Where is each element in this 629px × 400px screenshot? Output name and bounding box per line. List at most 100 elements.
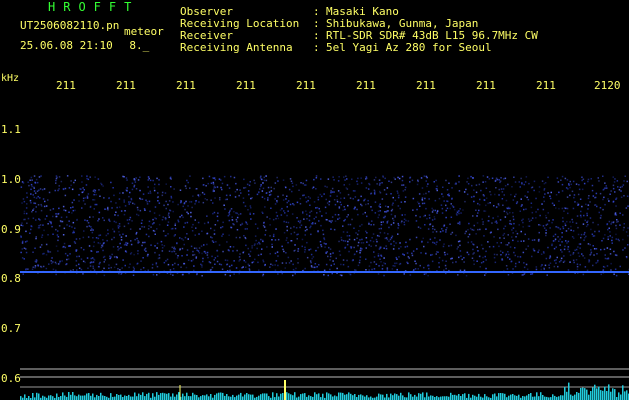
noise-pixel bbox=[458, 221, 461, 223]
noise-pixel bbox=[373, 223, 375, 226]
noise-pixel bbox=[182, 216, 184, 219]
noise-pixel bbox=[428, 190, 430, 193]
noise-pixel bbox=[262, 260, 265, 263]
noise-pixel bbox=[47, 223, 49, 225]
noise-pixel bbox=[48, 191, 51, 194]
noise-pixel bbox=[425, 207, 427, 210]
noise-pixel bbox=[353, 227, 355, 229]
noise-pixel bbox=[92, 190, 95, 192]
noise-pixel bbox=[140, 268, 142, 271]
noise-pixel bbox=[97, 251, 99, 253]
noise-pixel bbox=[543, 227, 546, 229]
noise-pixel bbox=[162, 230, 165, 232]
noise-pixel bbox=[273, 233, 275, 236]
noise-pixel bbox=[397, 224, 400, 227]
noise-pixel bbox=[177, 219, 179, 221]
level-bar bbox=[414, 394, 416, 400]
noise-pixel bbox=[193, 247, 196, 249]
noise-pixel bbox=[97, 220, 99, 222]
level-bar bbox=[342, 392, 344, 400]
noise-pixel bbox=[336, 200, 339, 203]
x-tick-label: 211 bbox=[56, 79, 76, 92]
noise-pixel bbox=[212, 183, 215, 185]
noise-pixel bbox=[373, 256, 376, 258]
noise-pixel bbox=[364, 211, 366, 214]
noise-pixel bbox=[370, 261, 372, 264]
noise-pixel bbox=[286, 225, 288, 228]
noise-pixel bbox=[595, 262, 597, 264]
noise-pixel bbox=[118, 247, 120, 250]
noise-pixel bbox=[479, 228, 481, 231]
noise-pixel bbox=[491, 222, 493, 224]
noise-pixel bbox=[579, 247, 581, 249]
noise-pixel bbox=[461, 258, 463, 261]
noise-pixel bbox=[310, 233, 312, 236]
noise-pixel bbox=[148, 200, 151, 203]
noise-pixel bbox=[307, 199, 309, 202]
noise-pixel bbox=[438, 197, 441, 200]
noise-pixel bbox=[29, 232, 31, 234]
noise-pixel bbox=[546, 274, 548, 276]
noise-pixel bbox=[137, 209, 139, 211]
noise-pixel bbox=[465, 275, 468, 277]
noise-pixel bbox=[236, 212, 238, 215]
noise-pixel bbox=[249, 250, 252, 253]
noise-pixel bbox=[383, 247, 385, 249]
noise-pixel bbox=[30, 193, 32, 195]
noise-pixel bbox=[610, 190, 612, 192]
noise-pixel bbox=[419, 227, 422, 229]
noise-pixel bbox=[383, 232, 386, 234]
noise-pixel bbox=[118, 231, 120, 233]
noise-pixel bbox=[519, 186, 521, 188]
noise-pixel bbox=[137, 240, 139, 242]
noise-pixel bbox=[336, 199, 338, 201]
noise-pixel bbox=[607, 198, 609, 200]
noise-pixel bbox=[577, 204, 579, 206]
noise-pixel bbox=[304, 267, 306, 270]
noise-pixel bbox=[604, 203, 606, 206]
noise-pixel bbox=[210, 227, 212, 230]
y-tick-label: 0.8 bbox=[1, 272, 21, 285]
noise-pixel bbox=[462, 209, 464, 211]
noise-pixel bbox=[333, 263, 335, 265]
noise-pixel bbox=[612, 221, 615, 223]
noise-pixel bbox=[504, 225, 507, 227]
noise-pixel bbox=[317, 246, 319, 249]
x-tick-label: 211 bbox=[116, 79, 136, 92]
noise-pixel bbox=[119, 269, 121, 271]
noise-pixel bbox=[40, 203, 42, 206]
noise-pixel bbox=[87, 222, 90, 224]
noise-pixel bbox=[568, 183, 570, 185]
noise-pixel bbox=[102, 243, 104, 246]
noise-pixel bbox=[610, 269, 612, 271]
noise-pixel bbox=[339, 201, 342, 203]
noise-pixel bbox=[223, 175, 226, 178]
noise-pixel bbox=[473, 263, 475, 265]
level-bar bbox=[260, 394, 262, 400]
noise-pixel bbox=[171, 264, 174, 266]
noise-pixel bbox=[75, 264, 78, 267]
noise-pixel bbox=[482, 175, 485, 177]
noise-pixel bbox=[368, 244, 370, 246]
noise-pixel bbox=[605, 185, 607, 187]
noise-pixel bbox=[459, 208, 461, 210]
noise-pixel bbox=[231, 264, 233, 267]
noise-pixel bbox=[587, 197, 590, 200]
level-bar bbox=[608, 384, 610, 400]
noise-pixel bbox=[353, 238, 356, 241]
datetime-suffix: 8._ bbox=[129, 39, 150, 52]
noise-pixel bbox=[86, 225, 88, 228]
noise-pixel bbox=[55, 179, 57, 182]
noise-pixel bbox=[622, 238, 624, 241]
noise-pixel bbox=[493, 236, 495, 238]
noise-pixel bbox=[428, 214, 431, 216]
noise-pixel bbox=[95, 272, 98, 275]
noise-pixel bbox=[390, 243, 392, 245]
noise-pixel bbox=[565, 240, 567, 242]
noise-pixel bbox=[456, 248, 458, 250]
noise-pixel bbox=[319, 210, 321, 213]
noise-pixel bbox=[373, 251, 375, 253]
noise-pixel bbox=[505, 199, 508, 202]
noise-pixel bbox=[304, 251, 306, 253]
noise-pixel bbox=[244, 186, 247, 189]
